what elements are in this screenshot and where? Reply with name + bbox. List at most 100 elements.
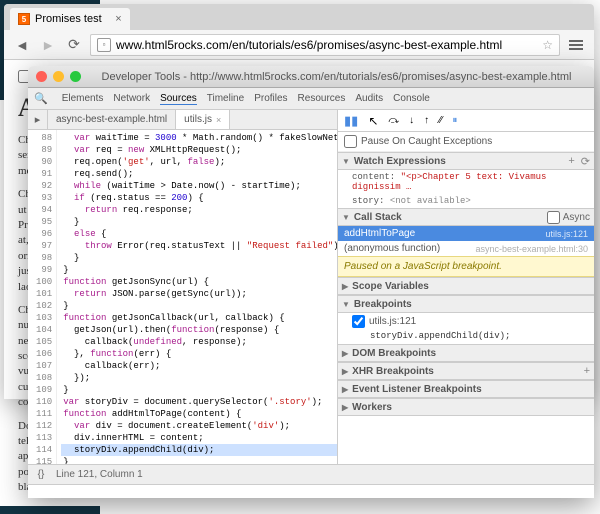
tab-profiles[interactable]: Profiles	[254, 93, 287, 104]
section-event-bp[interactable]: ▶ Event Listener Breakpoints	[338, 380, 594, 398]
source-tab-close-icon[interactable]: ×	[216, 115, 221, 125]
line-gutter[interactable]: 88 89 90 91 92 93 94 95 96 97 98 99 100 …	[28, 130, 57, 464]
pause-exceptions-button[interactable]: ⏸	[452, 115, 457, 126]
disclosure-icon[interactable]: ▼	[342, 300, 350, 309]
section-label: Watch Expressions	[354, 156, 446, 167]
back-button[interactable]: ◄	[12, 35, 32, 55]
stack-frame-name: addHtmlToPage	[344, 228, 415, 239]
stack-frame[interactable]: (anonymous function) async-best-example.…	[338, 241, 594, 256]
devtools-titlebar[interactable]: Developer Tools - http://www.html5rocks.…	[28, 66, 594, 88]
section-callstack[interactable]: ▼ Call Stack Async	[338, 208, 594, 226]
pause-resume-button[interactable]: ▮▮	[344, 113, 358, 129]
section-scope[interactable]: ▶ Scope Variables	[338, 277, 594, 295]
step-out-button[interactable]: ↑	[424, 115, 429, 126]
browser-tab[interactable]: 5 Promises test ×	[10, 8, 130, 30]
forward-button[interactable]: ►	[38, 35, 58, 55]
breakpoint-checkbox[interactable]	[352, 315, 365, 328]
disclosure-icon[interactable]: ▼	[342, 213, 350, 222]
tab-audits[interactable]: Audits	[355, 93, 383, 104]
traffic-max-icon[interactable]	[70, 71, 81, 82]
pause-exceptions-checkbox[interactable]	[344, 135, 357, 148]
url-text: www.html5rocks.com/en/tutorials/es6/prom…	[116, 38, 502, 52]
menu-button[interactable]	[566, 40, 586, 50]
section-breakpoints[interactable]: ▼ Breakpoints	[338, 295, 594, 313]
tab-network[interactable]: Network	[113, 93, 150, 104]
section-label: Call Stack	[354, 212, 402, 223]
devtools-window: Developer Tools - http://www.html5rocks.…	[28, 66, 594, 498]
devtools-main: ▸ async-best-example.html utils.js × 88 …	[28, 110, 594, 464]
pause-on-exceptions-row[interactable]: Pause On Caught Exceptions	[338, 132, 594, 152]
pause-exceptions-label: Pause On Caught Exceptions	[361, 136, 492, 147]
search-icon[interactable]: 🔍	[34, 92, 48, 105]
add-xhr-bp-button[interactable]: +	[584, 365, 590, 377]
debugger-toolbar: ▮▮ ↖ ⤼ ↓ ↑ ⁄∕ ⏸	[338, 110, 594, 132]
code-editor[interactable]: 88 89 90 91 92 93 94 95 96 97 98 99 100 …	[28, 130, 337, 464]
source-tab-label: utils.js	[184, 114, 212, 125]
step-over-button[interactable]: ⤼	[388, 115, 399, 126]
disclosure-icon[interactable]: ▶	[342, 282, 348, 291]
section-label: XHR Breakpoints	[352, 366, 434, 377]
console-drawer[interactable]	[28, 484, 594, 498]
tab-resources[interactable]: Resources	[298, 93, 346, 104]
breakpoint-item[interactable]: utils.js:121	[338, 313, 594, 330]
tab-console[interactable]: Console	[393, 93, 430, 104]
tab-elements[interactable]: Elements	[62, 93, 104, 104]
code-body[interactable]: var waitTime = 3000 * Math.random() * fa…	[57, 130, 337, 464]
watch-value: <not available>	[390, 196, 471, 206]
tab-sources[interactable]: Sources	[160, 93, 197, 105]
devtools-statusbar: {} Line 121, Column 1	[28, 464, 594, 484]
section-workers[interactable]: ▶ Workers	[338, 398, 594, 416]
cursor-position: Line 121, Column 1	[56, 469, 143, 480]
stack-frame[interactable]: addHtmlToPage utils.js:121	[338, 226, 594, 241]
site-info-icon[interactable]: ▫	[97, 38, 111, 52]
traffic-min-icon[interactable]	[53, 71, 64, 82]
url-input[interactable]: ▫ www.html5rocks.com/en/tutorials/es6/pr…	[90, 34, 560, 56]
section-label: DOM Breakpoints	[352, 348, 436, 359]
async-checkbox[interactable]	[547, 211, 560, 224]
bookmark-star-icon[interactable]: ☆	[542, 38, 553, 52]
url-toolbar: ◄ ► ⟳ ▫ www.html5rocks.com/en/tutorials/…	[4, 30, 594, 60]
breakpoint-location: utils.js:121	[369, 316, 416, 327]
tab-title: Promises test	[35, 13, 102, 25]
disclosure-icon[interactable]: ▶	[342, 403, 348, 412]
section-watch[interactable]: ▼ Watch Expressions + ⟳	[338, 152, 594, 170]
section-xhr-bp[interactable]: ▶ XHR Breakpoints +	[338, 362, 594, 380]
disclosure-icon[interactable]: ▶	[342, 367, 348, 376]
watch-key: story:	[352, 196, 384, 206]
tab-close-icon[interactable]: ×	[115, 13, 121, 25]
refresh-watch-button[interactable]: ⟳	[581, 155, 590, 168]
watch-item[interactable]: story: <not available>	[338, 194, 594, 208]
async-toggle[interactable]: Async	[547, 211, 590, 224]
add-watch-button[interactable]: +	[568, 155, 574, 168]
paused-message: Paused on a JavaScript breakpoint.	[338, 256, 594, 277]
tab-favicon-icon: 5	[18, 13, 30, 25]
section-label: Scope Variables	[352, 281, 429, 292]
disclosure-icon[interactable]: ▼	[342, 157, 350, 166]
pretty-print-button[interactable]: {}	[34, 469, 48, 480]
section-label: Workers	[352, 402, 392, 413]
traffic-close-icon[interactable]	[36, 71, 47, 82]
disclosure-icon[interactable]: ▶	[342, 385, 348, 394]
async-label: Async	[563, 212, 590, 223]
tab-timeline[interactable]: Timeline	[207, 93, 244, 104]
stack-frame-name: (anonymous function)	[344, 243, 440, 254]
reload-button[interactable]: ⟳	[64, 35, 84, 55]
section-dom-bp[interactable]: ▶ DOM Breakpoints	[338, 344, 594, 362]
source-tab-async[interactable]: async-best-example.html	[48, 110, 176, 129]
disclosure-icon[interactable]: ▶	[342, 349, 348, 358]
source-tab-utils[interactable]: utils.js ×	[176, 110, 230, 129]
cursor-icon: ↖	[368, 114, 378, 128]
show-navigator-button[interactable]: ▸	[28, 110, 48, 129]
stack-frame-location: utils.js:121	[545, 229, 588, 239]
step-into-button[interactable]: ↓	[409, 115, 414, 126]
sources-pane: ▸ async-best-example.html utils.js × 88 …	[28, 110, 338, 464]
watch-key: content:	[352, 172, 395, 182]
source-file-tabs: ▸ async-best-example.html utils.js ×	[28, 110, 337, 130]
stack-frame-location: async-best-example.html:30	[475, 244, 588, 254]
breakpoint-code: storyDiv.appendChild(div);	[338, 330, 594, 344]
watch-item[interactable]: content: "<p>Chapter 5 text: Vivamus dig…	[338, 170, 594, 194]
deactivate-bp-button[interactable]: ⁄∕	[439, 115, 442, 126]
debugger-pane: ▮▮ ↖ ⤼ ↓ ↑ ⁄∕ ⏸ Pause On Caught Exceptio…	[338, 110, 594, 464]
devtools-title: Developer Tools - http://www.html5rocks.…	[87, 71, 586, 83]
section-label: Event Listener Breakpoints	[352, 384, 481, 395]
